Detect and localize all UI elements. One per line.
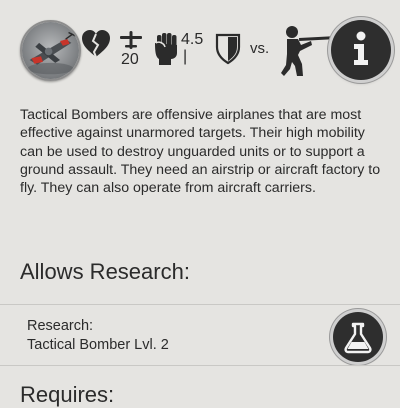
strength-value: 4.5 (181, 31, 204, 48)
info-button[interactable] (331, 20, 391, 80)
unit-description: Tactical Bombers are offensive airplanes… (20, 107, 381, 197)
movement-value: 20 (121, 51, 139, 68)
research-label: Research: (27, 318, 94, 334)
fist-icon (153, 31, 179, 65)
divider (0, 365, 400, 366)
shield-icon (215, 33, 241, 65)
research-button[interactable] (333, 312, 383, 362)
rifleman-icon (281, 24, 331, 76)
versus-label: vs. (250, 40, 270, 57)
tactical-bomber-portrait (20, 20, 81, 81)
broken-heart-icon (80, 28, 112, 60)
flask-icon (344, 322, 372, 354)
allows-research-title: Allows Research: (20, 259, 190, 284)
research-item-name: Tactical Bomber Lvl. 2 (27, 337, 169, 353)
requires-title: Requires: (20, 382, 115, 407)
divider (0, 304, 400, 305)
strength-sub: | (183, 48, 188, 65)
unit-stats-row: 20 4.5 | vs. (0, 0, 400, 100)
info-icon (354, 31, 368, 65)
airplane-icon (119, 30, 143, 50)
